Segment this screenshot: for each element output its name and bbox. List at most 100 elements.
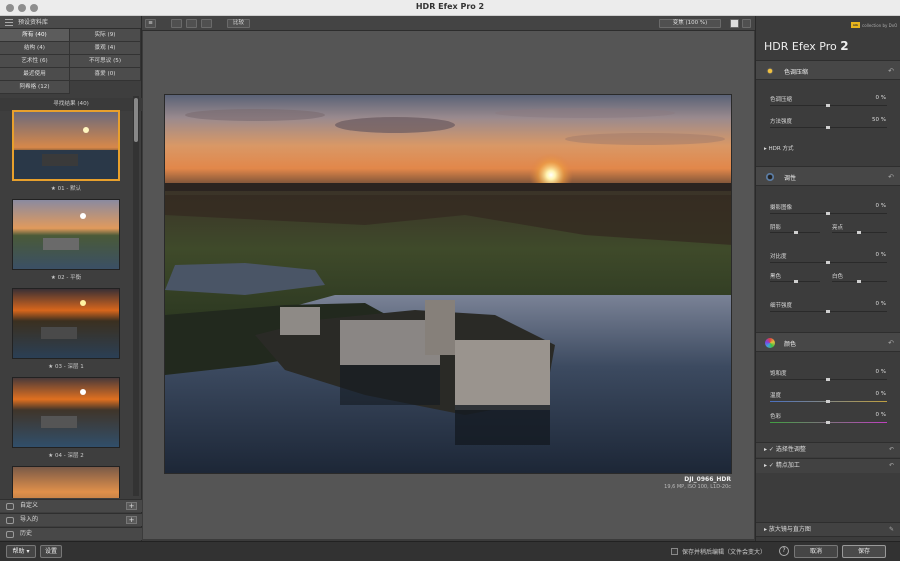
import-icon bbox=[6, 517, 14, 524]
hdr-method-toggle[interactable]: ▸ HDR 方式 bbox=[764, 144, 793, 152]
history-section[interactable]: 历史 bbox=[0, 527, 142, 540]
save-and-edit-label: 保存并稍后编辑（文件会变大） bbox=[682, 549, 767, 556]
method-strength-label: 方法强度 bbox=[770, 119, 793, 125]
preset-caption: ★ 03 - 深层 1 bbox=[48, 364, 84, 370]
whites-slider-thumb[interactable] bbox=[857, 280, 861, 283]
highlights-slider-thumb[interactable] bbox=[857, 231, 861, 234]
preset-thumbnails: ★ 01 - 默认 ★ 02 - 平衡 ★ 03 - 深层 1 ★ 04 - 深… bbox=[0, 110, 132, 498]
cancel-button[interactable]: 取消 bbox=[794, 545, 838, 558]
category-landscape[interactable]: 景观 (4) bbox=[70, 42, 141, 55]
structure-label: 细节强度 bbox=[770, 303, 793, 309]
preset-thumbnail[interactable]: ★ 01 - 默认 bbox=[12, 110, 120, 192]
settings-button[interactable]: 设置 bbox=[40, 545, 62, 558]
view-toolbar: ≡ 比较 变焦 (100 %) bbox=[142, 16, 755, 31]
preset-thumbnail[interactable]: ★ 02 - 平衡 bbox=[12, 199, 120, 281]
toggle-left-panel-button[interactable]: ≡ bbox=[145, 19, 156, 28]
tint-label: 色彩 bbox=[770, 414, 782, 420]
reset-icon[interactable]: ↶ bbox=[889, 459, 894, 473]
imported-section[interactable]: 导入的 + bbox=[0, 513, 142, 526]
whites-label: 白色 bbox=[832, 274, 844, 280]
preset-thumbnail[interactable] bbox=[12, 466, 120, 498]
temperature-label: 温度 bbox=[770, 393, 782, 399]
single-view-icon[interactable] bbox=[171, 19, 182, 28]
tonality-icon bbox=[765, 172, 775, 182]
custom-section[interactable]: 自定义 + bbox=[0, 499, 142, 512]
settings-icon[interactable]: ✎ bbox=[889, 523, 894, 537]
preset-scrollbar[interactable] bbox=[133, 96, 139, 496]
reset-icon[interactable]: ↶ bbox=[888, 67, 894, 75]
exposure-slider-thumb[interactable] bbox=[826, 212, 830, 215]
app-window: HDR Efex Pro 2 预设资料库 所有 (40) 实际 (9) 结构 (… bbox=[0, 0, 900, 561]
saturation-label: 饱和度 bbox=[770, 371, 787, 377]
category-all[interactable]: 所有 (40) bbox=[0, 29, 70, 42]
preset-thumbnail-image bbox=[12, 110, 120, 181]
tone-compression-title: 色调压缩 bbox=[784, 69, 809, 76]
tint-slider-thumb[interactable] bbox=[826, 421, 830, 424]
side-by-side-view-icon[interactable] bbox=[201, 19, 212, 28]
category-favorites[interactable]: 喜爱 (0) bbox=[70, 68, 141, 81]
method-strength-value: 50 % bbox=[872, 117, 886, 123]
preset-thumbnail-image bbox=[12, 199, 120, 270]
contrast-label: 对比度 bbox=[770, 254, 787, 260]
preview-image[interactable] bbox=[164, 94, 732, 474]
tone-compression-slider-thumb[interactable] bbox=[826, 104, 830, 107]
loupe-histogram-row[interactable]: ▸ 放大镜与直方图 ✎ bbox=[756, 522, 900, 537]
category-surreal[interactable]: 不可思议 (5) bbox=[70, 55, 141, 68]
preset-caption: ★ 04 - 深层 2 bbox=[48, 453, 84, 459]
image-filename: DJI_0966_HDR bbox=[684, 476, 731, 483]
color-header[interactable]: 颜色 ↶ bbox=[756, 332, 900, 352]
category-structure[interactable]: 结构 (4) bbox=[0, 42, 70, 55]
preset-thumbnail[interactable]: ★ 03 - 深层 1 bbox=[12, 288, 120, 370]
structure-slider-thumb[interactable] bbox=[826, 310, 830, 313]
help-button[interactable]: 帮助 ▾ bbox=[6, 545, 36, 558]
loupe-histogram-label: 放大镜与直方图 bbox=[768, 526, 811, 533]
background-color-icon[interactable] bbox=[730, 19, 739, 28]
preset-caption: ★ 01 - 默认 bbox=[50, 186, 82, 192]
tone-compression-header[interactable]: 色调压缩 ↶ bbox=[756, 60, 900, 80]
finishing-row[interactable]: ▸ ✓ 精点加工 ↶ bbox=[756, 458, 900, 473]
tone-compression-value: 0 % bbox=[875, 95, 886, 101]
preset-thumbnail[interactable]: ★ 04 - 深层 2 bbox=[12, 377, 120, 459]
category-recent[interactable]: 最近使用 bbox=[0, 68, 70, 81]
zoom-select[interactable]: 变焦 (100 %) bbox=[659, 19, 721, 28]
app-brand: HDR Efex Pro 2 bbox=[764, 39, 849, 53]
category-realistic[interactable]: 实际 (9) bbox=[70, 29, 141, 42]
method-strength-slider-thumb[interactable] bbox=[826, 126, 830, 129]
imported-label: 导入的 bbox=[20, 516, 39, 523]
exposure-value: 0 % bbox=[875, 203, 886, 209]
preset-library-header[interactable]: 预设资料库 bbox=[0, 16, 141, 29]
blacks-slider-thumb[interactable] bbox=[794, 280, 798, 283]
save-and-edit-checkbox[interactable] bbox=[671, 548, 678, 555]
contrast-value: 0 % bbox=[875, 252, 886, 258]
temperature-slider-thumb[interactable] bbox=[826, 400, 830, 403]
custom-label: 自定义 bbox=[20, 502, 39, 509]
tonality-header[interactable]: 调性 ↶ bbox=[756, 166, 900, 186]
selective-adjustments-row[interactable]: ▸ ✓ 选择性调整 ↶ bbox=[756, 442, 900, 457]
saturation-slider-thumb[interactable] bbox=[826, 378, 830, 381]
toggle-right-panel-button[interactable] bbox=[742, 19, 751, 28]
help-icon[interactable]: ? bbox=[779, 546, 789, 556]
sun-icon bbox=[765, 66, 775, 76]
category-grid: 所有 (40) 实际 (9) 结构 (4) 景观 (4) 艺术性 (6) 不可思… bbox=[0, 29, 141, 94]
contrast-slider-thumb[interactable] bbox=[826, 261, 830, 264]
list-icon bbox=[5, 19, 13, 26]
image-details: 19,6 MP, ISO 100, L1D-20c bbox=[664, 484, 731, 490]
save-button[interactable]: 保存 bbox=[842, 545, 886, 558]
preset-scrollbar-thumb[interactable] bbox=[134, 98, 138, 142]
category-artistic[interactable]: 艺术性 (6) bbox=[0, 55, 70, 68]
shadows-slider-thumb[interactable] bbox=[794, 231, 798, 234]
add-custom-button[interactable]: + bbox=[126, 502, 137, 510]
blacks-label: 黑色 bbox=[770, 274, 782, 280]
add-imported-button[interactable]: + bbox=[126, 516, 137, 524]
color-wheel-icon bbox=[765, 338, 775, 348]
split-view-icon[interactable] bbox=[186, 19, 197, 28]
reset-icon[interactable]: ↶ bbox=[889, 443, 894, 457]
compare-button[interactable]: 比较 bbox=[227, 19, 250, 28]
custom-icon bbox=[6, 503, 14, 510]
tint-value: 0 % bbox=[875, 412, 886, 418]
preset-caption: ★ 02 - 平衡 bbox=[50, 275, 82, 281]
window-title: HDR Efex Pro 2 bbox=[415, 2, 485, 11]
reset-icon[interactable]: ↶ bbox=[888, 339, 894, 347]
reset-icon[interactable]: ↶ bbox=[888, 173, 894, 181]
category-custom[interactable]: 阿希格 (12) bbox=[0, 81, 70, 94]
